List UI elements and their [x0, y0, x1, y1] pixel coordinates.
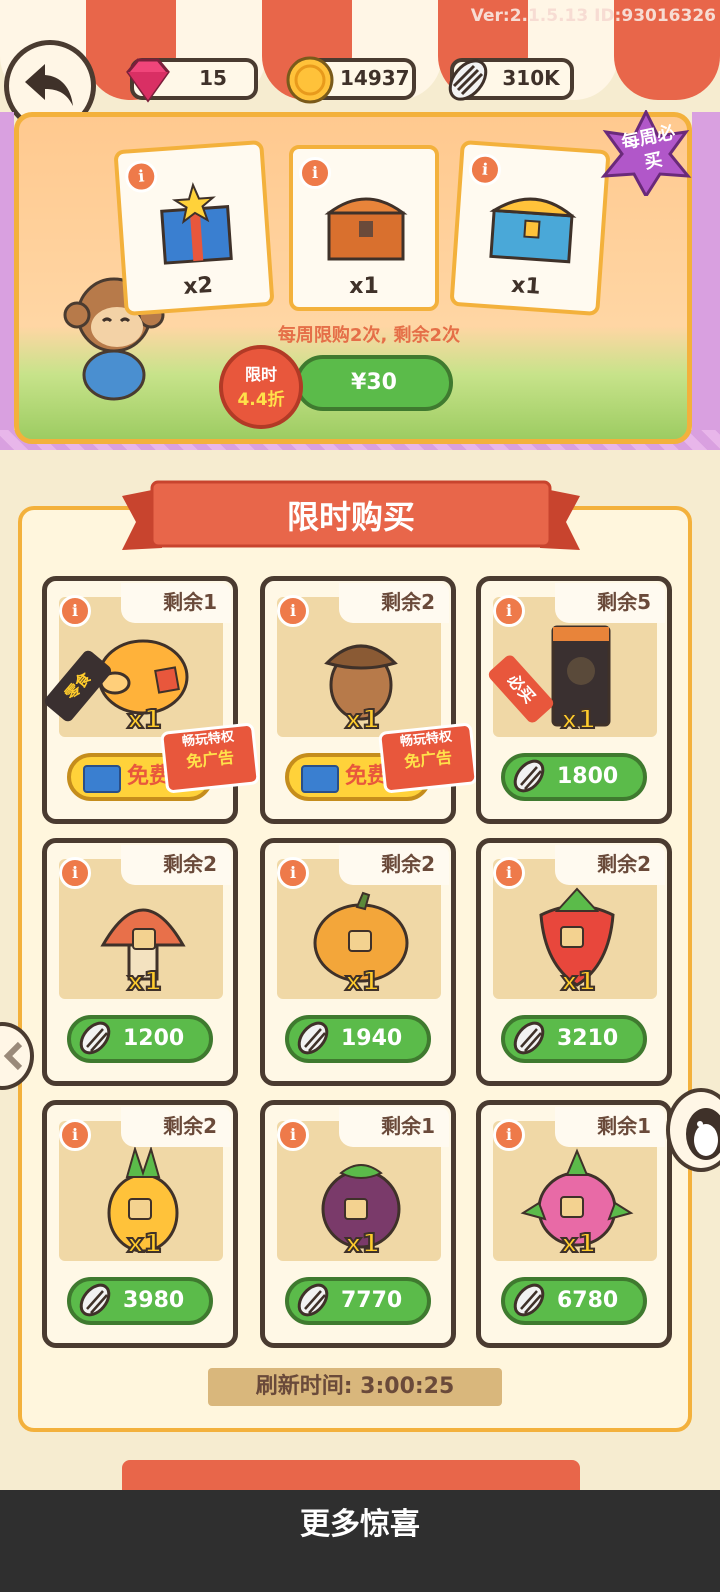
weekly-item-qty: x1 — [349, 274, 379, 299]
coin-count: 14937 — [340, 66, 410, 90]
buy-button[interactable]: 1200 — [67, 1015, 213, 1063]
sunflower-seed-icon — [513, 1021, 545, 1055]
weekly-must-buy-badge: 每周必买 — [596, 110, 696, 196]
item-qty: x1 — [126, 966, 163, 998]
buy-button[interactable]: 3210 — [501, 1015, 647, 1063]
item-qty: x1 — [126, 1228, 163, 1260]
seed-counter: 310K — [448, 58, 574, 101]
buy-button[interactable]: 3980 — [67, 1277, 213, 1325]
info-icon[interactable]: i — [59, 857, 91, 889]
remaining-count: 剩余5 — [555, 583, 665, 623]
gem-icon — [126, 58, 170, 103]
item-qty: x1 — [344, 704, 381, 736]
more-surprises-bar[interactable]: 更多惊喜 — [0, 1490, 720, 1592]
gift-box-icon — [160, 181, 233, 265]
info-icon[interactable]: i — [493, 1119, 525, 1151]
back-arrow-icon — [25, 64, 73, 106]
price-label: 1200 — [123, 1026, 185, 1051]
info-icon[interactable]: i — [493, 595, 525, 627]
penguin-icon — [686, 1108, 720, 1160]
shop-card[interactable]: 剩余2 i x1 3210 — [476, 838, 672, 1086]
shop-card[interactable]: 剩余2 i x1 免费 畅玩特权 免广告 — [260, 576, 478, 824]
video-icon — [301, 765, 339, 793]
remaining-count: 剩余1 — [555, 1107, 665, 1147]
price-label: 3980 — [123, 1288, 185, 1313]
price-label: 3210 — [557, 1026, 619, 1051]
shop-card[interactable]: 剩余1 i x1 7770 — [260, 1100, 456, 1348]
info-icon[interactable]: i — [59, 1119, 91, 1151]
price-label: 1940 — [341, 1026, 403, 1051]
sunflower-seed-icon — [297, 1021, 329, 1055]
ad-free-badge: 畅玩特权 免广告 — [160, 722, 260, 794]
gem-counter: 15 — [126, 58, 258, 103]
buy-button[interactable]: 6780 — [501, 1277, 647, 1325]
remaining-count: 剩余2 — [555, 845, 665, 885]
price-label: 1800 — [557, 764, 619, 789]
info-icon[interactable]: i — [277, 1119, 309, 1151]
item-qty: x1 — [560, 966, 597, 998]
price-label: 6780 — [557, 1288, 619, 1313]
sunflower-seed-icon — [448, 59, 488, 101]
remaining-count: 剩余2 — [339, 583, 449, 623]
ad-free-badge: 畅玩特权 免广告 — [378, 722, 478, 794]
info-icon[interactable]: i — [59, 595, 91, 627]
sunflower-seed-icon — [513, 1283, 545, 1317]
remaining-count: 剩余1 — [121, 583, 231, 623]
remaining-count: 剩余2 — [121, 1107, 231, 1147]
remaining-count: 剩余2 — [121, 845, 231, 885]
shop-card[interactable]: 剩余1 i x1 6780 — [476, 1100, 672, 1348]
penguin-service-button[interactable] — [666, 1088, 720, 1172]
lilac-border-right — [692, 112, 720, 442]
buy-button[interactable]: 1940 — [285, 1015, 431, 1063]
shop-card[interactable]: 剩余5 i x1 必买 1800 — [476, 576, 672, 824]
remaining-count: 剩余1 — [339, 1107, 449, 1147]
weekly-limit-text: 每周限购2次, 剩余2次 — [277, 325, 461, 346]
item-qty: x1 — [344, 1228, 381, 1260]
shop-card[interactable]: 剩余2 i x1 1200 — [42, 838, 238, 1086]
info-icon[interactable]: i — [493, 857, 525, 889]
discount-badge: 限时 4.4折 — [219, 345, 303, 429]
weekly-item-blue-chest[interactable]: i x1 — [449, 139, 611, 317]
limited-shop-banner: 限时购买 — [122, 478, 580, 558]
item-qty: x1 — [560, 704, 597, 736]
shop-card[interactable]: 剩余2 i x1 1940 — [260, 838, 456, 1086]
chevron-left-icon — [3, 1041, 23, 1071]
more-surprises-label: 更多惊喜 — [300, 1507, 420, 1542]
gem-count: 15 — [199, 66, 227, 90]
item-qty: x1 — [560, 1228, 597, 1260]
coin-icon — [286, 56, 334, 104]
discount-label: 限时 — [244, 365, 277, 384]
buy-button[interactable]: 1800 — [501, 753, 647, 801]
side-left-button[interactable] — [0, 1022, 34, 1090]
shop-card[interactable]: 剩余1 i x1 零食 免费 畅玩特权 免广告 — [42, 576, 260, 824]
weekly-buy-button[interactable]: ¥30 — [295, 355, 453, 411]
version-label: Ver:2.1.5.13 ID:93016326 — [470, 6, 716, 26]
refresh-timer: 刷新时间: 3:00:25 — [208, 1368, 502, 1406]
weekly-item-qty: x1 — [510, 272, 542, 300]
sunflower-seed-icon — [79, 1283, 111, 1317]
weekly-item-gift[interactable]: i x2 — [113, 139, 275, 317]
info-icon[interactable]: i — [277, 595, 309, 627]
limited-shop-title: 限时购买 — [286, 498, 415, 536]
discount-value: 4.4折 — [237, 390, 285, 410]
seed-count: 310K — [502, 66, 560, 90]
price-label: 7770 — [341, 1288, 403, 1313]
info-icon[interactable]: i — [277, 857, 309, 889]
coin-counter: 14937 — [286, 56, 416, 104]
sunflower-seed-icon — [79, 1021, 111, 1055]
shop-card[interactable]: 剩余2 i x1 3980 — [42, 1100, 238, 1348]
item-qty: x1 — [126, 704, 163, 736]
buy-button[interactable]: 7770 — [285, 1277, 431, 1325]
blue-chest-icon — [489, 197, 577, 264]
remaining-count: 剩余2 — [339, 845, 449, 885]
lilac-border-left — [0, 112, 14, 442]
sunflower-seed-icon — [297, 1283, 329, 1317]
weekly-item-wooden-chest[interactable]: i x1 — [289, 145, 439, 311]
sunflower-seed-icon — [513, 759, 545, 793]
wooden-chest-icon — [324, 197, 408, 261]
weekly-item-qty: x2 — [182, 272, 214, 300]
weekly-package: i x2 i x1 i x1 每周限购2次, 剩余2次 ¥30 限时 4.4折 — [14, 112, 692, 444]
item-qty: x1 — [344, 966, 381, 998]
video-icon — [83, 765, 121, 793]
